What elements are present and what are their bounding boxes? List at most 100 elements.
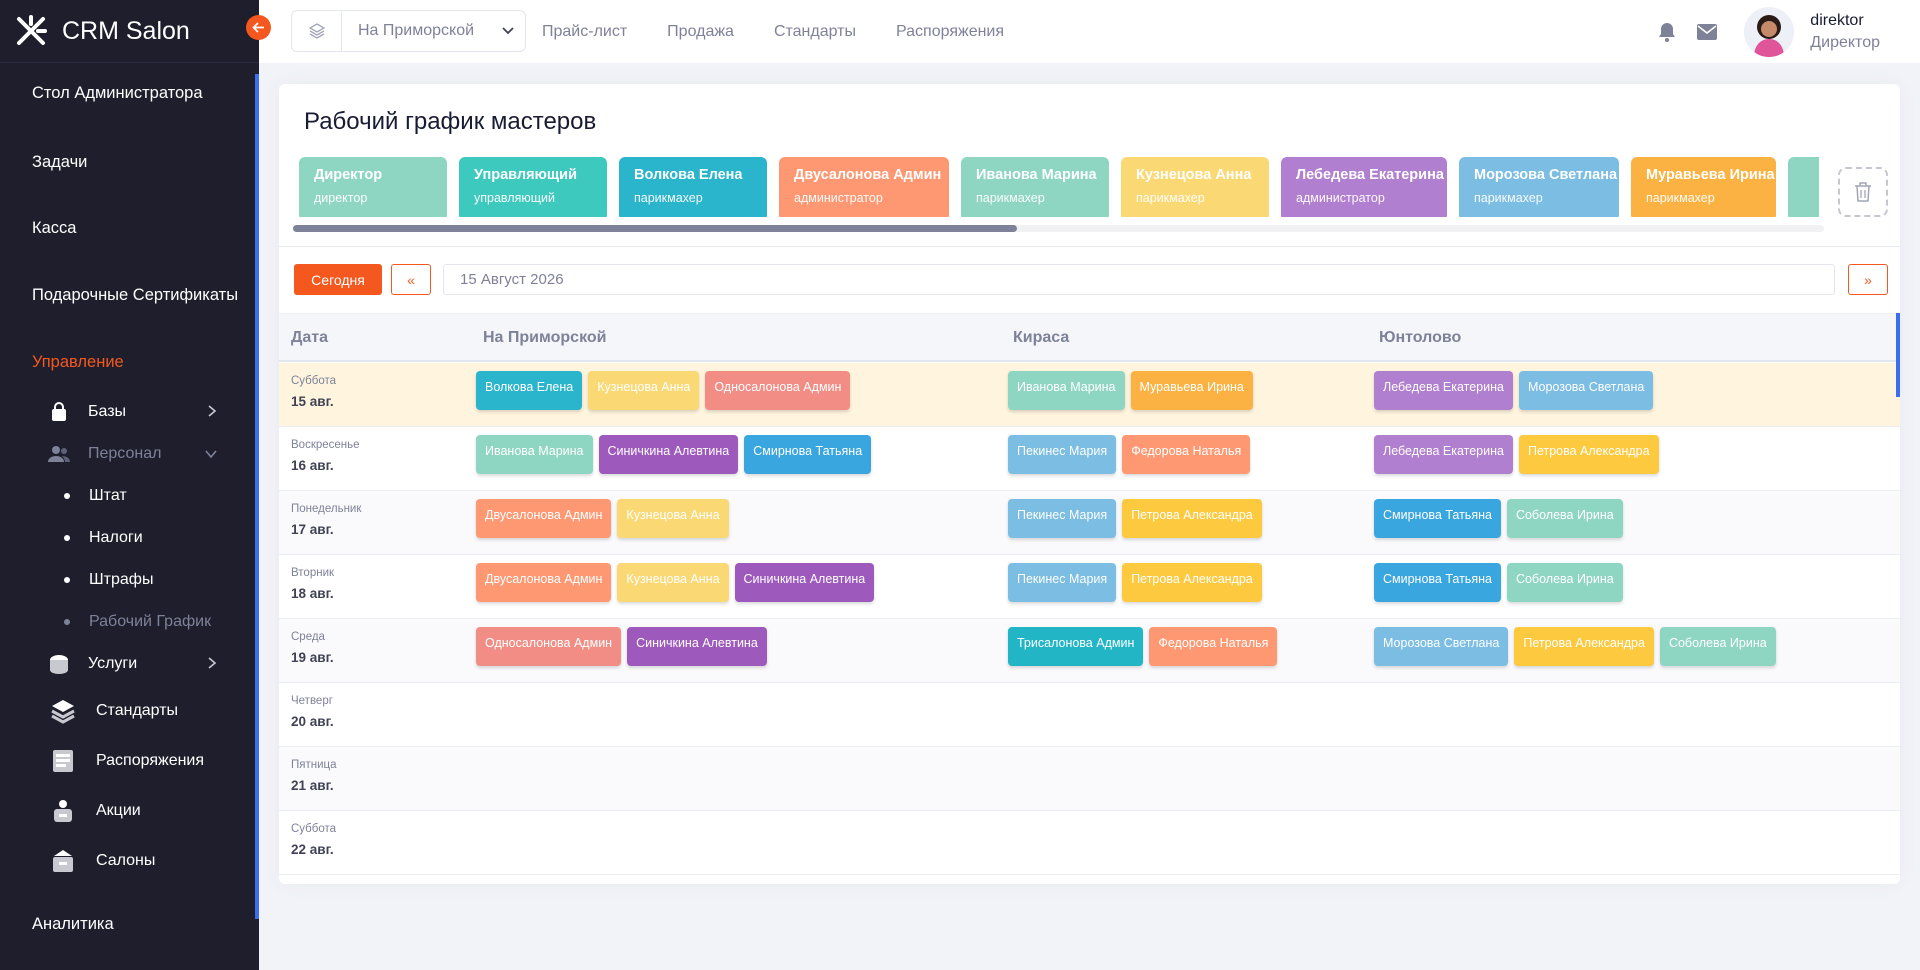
day-of-week: Понедельник bbox=[291, 503, 362, 515]
sidebar-item-fines[interactable]: Штрафы bbox=[0, 565, 255, 595]
assigned-master-chip[interactable]: Синичкина Алевтина bbox=[734, 563, 875, 602]
assigned-master-chip[interactable]: Лебедева Екатерина bbox=[1374, 371, 1513, 410]
scrollbar-thumb[interactable] bbox=[293, 225, 1017, 232]
sidebar-item-services[interactable]: Услуги bbox=[0, 649, 255, 679]
nav-sale[interactable]: Продажа bbox=[667, 23, 734, 41]
assigned-master-chip[interactable]: Кузнецова Анна bbox=[617, 563, 729, 602]
assigned-master-chip[interactable]: Смирнова Татьяна bbox=[744, 435, 872, 474]
assigned-master-chip[interactable]: Лебедева Екатерина bbox=[1374, 435, 1513, 474]
schedule-cell[interactable]: Лебедева Екатерина Морозова Светлана bbox=[1374, 371, 1659, 410]
master-card[interactable]: Лебедева Екатерина администратор bbox=[1281, 157, 1447, 217]
today-button[interactable]: Сегодня bbox=[294, 264, 382, 295]
master-card[interactable] bbox=[1788, 157, 1819, 217]
assigned-master-chip[interactable]: Федорова Наталья bbox=[1122, 435, 1251, 474]
schedule-cell[interactable]: Пекинес Мария Петрова Александра bbox=[1008, 563, 1268, 602]
master-card[interactable]: Двусалонова Админ администратор bbox=[779, 157, 949, 217]
schedule-cell[interactable]: Односалонова Админ Синичкина Алевтина bbox=[476, 627, 773, 666]
nav-standards[interactable]: Стандарты bbox=[774, 23, 856, 41]
sidebar-item-orders[interactable]: Распоряжения bbox=[0, 746, 255, 776]
assigned-master-chip[interactable]: Морозова Светлана bbox=[1518, 371, 1654, 410]
assigned-master-chip[interactable]: Соболева Ирина bbox=[1506, 563, 1623, 602]
user-info[interactable]: direktor Директор bbox=[1810, 12, 1880, 52]
trash-dropzone[interactable] bbox=[1838, 167, 1888, 217]
assigned-master-chip[interactable]: Смирнова Татьяна bbox=[1374, 563, 1501, 602]
avatar[interactable] bbox=[1744, 6, 1795, 57]
schedule-cell[interactable]: Пекинес Мария Федорова Наталья bbox=[1008, 435, 1256, 474]
masters-scrollbar[interactable] bbox=[293, 225, 1824, 232]
master-card[interactable]: Муравьева Ирина парикмахер bbox=[1631, 157, 1776, 217]
assigned-master-chip[interactable]: Пекинес Мария bbox=[1008, 563, 1117, 602]
sidebar-item-roster[interactable]: Штат bbox=[0, 481, 255, 511]
schedule-cell[interactable]: Двусалонова Админ Кузнецова Анна bbox=[476, 499, 735, 538]
sidebar-item-tasks[interactable]: Задачи bbox=[0, 147, 255, 177]
schedule-cell[interactable]: Двусалонова Админ Кузнецова Анна Синичкина… bbox=[476, 563, 880, 602]
master-card[interactable]: Волкова Елена парикмахер bbox=[619, 157, 767, 217]
branch-select[interactable]: На Приморской bbox=[291, 10, 526, 52]
assigned-master-chip[interactable]: Морозова Светлана bbox=[1374, 627, 1509, 666]
assigned-master-chip[interactable]: Кузнецова Анна bbox=[617, 499, 729, 538]
assigned-master-chip[interactable]: Петрова Александра bbox=[1122, 499, 1262, 538]
sidebar-item-admin-desk[interactable]: Стол Администратора bbox=[0, 78, 255, 108]
master-card[interactable]: Иванова Марина парикмахер bbox=[961, 157, 1109, 217]
grid-scrollbar[interactable] bbox=[1896, 313, 1900, 397]
assigned-master-chip[interactable]: Синичкина Алевтина bbox=[627, 627, 767, 666]
schedule-cell[interactable]: Пекинес Мария Петрова Александра bbox=[1008, 499, 1268, 538]
sidebar-item-work-schedule[interactable]: Рабочий График bbox=[0, 607, 255, 637]
sidebar-item-salons[interactable]: Салоны bbox=[0, 846, 255, 876]
schedule-cell[interactable]: Иванова Марина Муравьева Ирина bbox=[1008, 371, 1259, 410]
schedule-cell[interactable]: Иванова Марина Синичкина Алевтина Смирнова… bbox=[476, 435, 877, 474]
nav-orders[interactable]: Распоряжения bbox=[896, 23, 1004, 41]
assigned-master-chip[interactable]: Иванова Марина bbox=[476, 435, 593, 474]
next-week-button[interactable]: » bbox=[1848, 264, 1888, 295]
assigned-master-chip[interactable]: Волкова Елена bbox=[476, 371, 583, 410]
master-card[interactable]: Директор директор bbox=[299, 157, 447, 217]
assigned-master-chip[interactable]: Петрова Александра bbox=[1518, 435, 1659, 474]
master-card[interactable]: Морозова Светлана парикмахер bbox=[1459, 157, 1619, 217]
sidebar-item-promotions[interactable]: Акции bbox=[0, 796, 255, 826]
assigned-master-chip[interactable]: Односалонова Админ bbox=[705, 371, 851, 410]
assigned-master-chip[interactable]: Двусалонова Админ bbox=[476, 563, 612, 602]
schedule-cell[interactable]: Трисалонова Админ Федорова Наталья bbox=[1008, 627, 1283, 666]
prev-week-button[interactable]: « bbox=[391, 264, 431, 295]
assigned-master-chip[interactable]: Односалонова Админ bbox=[476, 627, 622, 666]
assigned-master-chip[interactable]: Пекинес Мария bbox=[1008, 435, 1117, 474]
day-of-week: Суббота bbox=[291, 823, 337, 835]
sidebar-item-bases[interactable]: Базы bbox=[0, 397, 255, 427]
sidebar-item-cash[interactable]: Касса bbox=[0, 213, 255, 243]
masters-strip[interactable]: Директор директор Управляющий управляющий Во… bbox=[299, 157, 1819, 217]
assigned-master-chip[interactable]: Муравьева Ирина bbox=[1130, 371, 1253, 410]
schedule-cell[interactable]: Смирнова Татьяна Соболева Ирина bbox=[1374, 499, 1629, 538]
assigned-master-chip[interactable]: Соболева Ирина bbox=[1659, 627, 1776, 666]
sidebar-item-analytics[interactable]: Аналитика bbox=[0, 909, 255, 939]
schedule-cell[interactable]: Смирнова Татьяна Соболева Ирина bbox=[1374, 563, 1629, 602]
sidebar-collapse-button[interactable] bbox=[246, 15, 271, 40]
sidebar-item-taxes[interactable]: Налоги bbox=[0, 523, 255, 553]
master-card[interactable]: Управляющий управляющий bbox=[459, 157, 607, 217]
sidebar-item-standards[interactable]: Стандарты bbox=[0, 696, 255, 726]
bell-icon[interactable] bbox=[1656, 21, 1678, 43]
sidebar-item-management[interactable]: Управление bbox=[0, 347, 255, 377]
sidebar-item-staff[interactable]: Персонал bbox=[0, 439, 255, 469]
assigned-master-chip[interactable]: Федорова Наталья bbox=[1149, 627, 1278, 666]
brand[interactable]: CRM Salon bbox=[0, 0, 259, 63]
assigned-master-chip[interactable]: Пекинес Мария bbox=[1008, 499, 1117, 538]
assigned-master-chip[interactable]: Петрова Александра bbox=[1514, 627, 1654, 666]
schedule-card: Рабочий график мастеров Директор директор… bbox=[279, 84, 1900, 884]
assigned-master-chip[interactable]: Петрова Александра bbox=[1122, 563, 1262, 602]
assigned-master-chip[interactable]: Трисалонова Админ bbox=[1008, 627, 1144, 666]
sidebar-item-gift-certificates[interactable]: Подарочные Сертификаты bbox=[0, 280, 255, 310]
assigned-master-chip[interactable]: Синичкина Алевтина bbox=[598, 435, 739, 474]
schedule-cell[interactable]: Лебедева Екатерина Петрова Александра bbox=[1374, 435, 1665, 474]
assigned-master-chip[interactable]: Двусалонова Админ bbox=[476, 499, 612, 538]
assigned-master-chip[interactable]: Кузнецова Анна bbox=[588, 371, 700, 410]
assigned-master-chip[interactable]: Смирнова Татьяна bbox=[1374, 499, 1501, 538]
assigned-master-chip[interactable]: Иванова Марина bbox=[1008, 371, 1125, 410]
assigned-master-chip[interactable]: Соболева Ирина bbox=[1506, 499, 1623, 538]
schedule-cell[interactable]: Морозова Светлана Петрова Александра Собол… bbox=[1374, 627, 1782, 666]
date-input[interactable]: 15 Август 2026 bbox=[443, 264, 1835, 295]
mail-icon[interactable] bbox=[1696, 21, 1718, 43]
sidebar-scrollbar[interactable] bbox=[255, 74, 259, 919]
master-card[interactable]: Кузнецова Анна парикмахер bbox=[1121, 157, 1269, 217]
nav-price-list[interactable]: Прайс-лист bbox=[542, 23, 627, 41]
schedule-cell[interactable]: Волкова Елена Кузнецова Анна Односалонова … bbox=[476, 371, 856, 410]
